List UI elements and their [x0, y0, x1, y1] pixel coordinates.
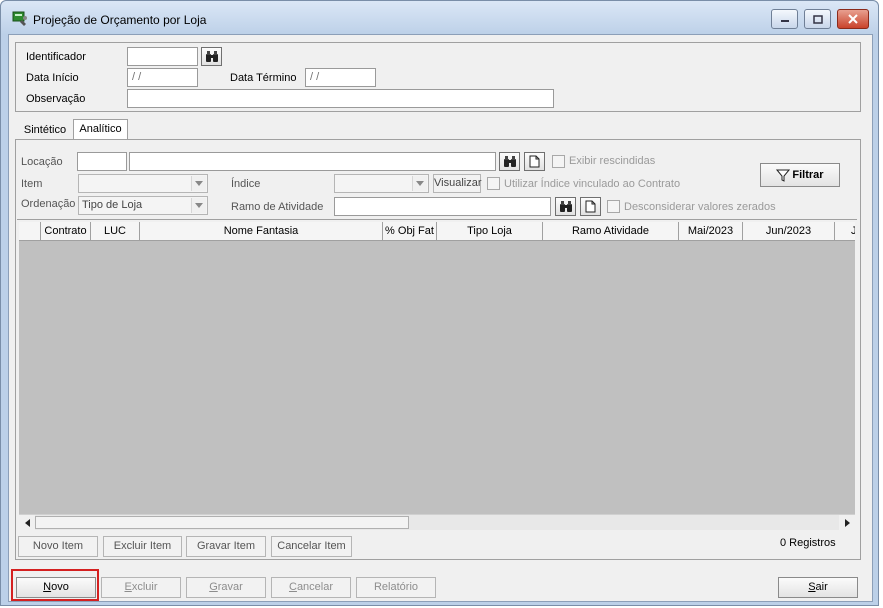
ramo-clear-button[interactable]	[580, 197, 601, 216]
gravar-item-button[interactable]: Gravar Item	[186, 536, 266, 557]
excluir-item-button[interactable]: Excluir Item	[103, 536, 182, 557]
filter-divider	[17, 219, 857, 220]
maximize-button[interactable]	[804, 9, 831, 29]
arrow-right-icon	[844, 518, 850, 527]
indice-label: Índice	[231, 178, 261, 190]
indice-select[interactable]	[334, 174, 429, 193]
chevron-down-icon	[191, 198, 206, 213]
cancelar-item-button[interactable]: Cancelar Item	[271, 536, 352, 557]
sair-button[interactable]: Sair	[778, 577, 858, 598]
document-icon	[585, 200, 596, 213]
locacao-code-field[interactable]	[77, 152, 127, 171]
chevron-down-icon	[412, 176, 427, 191]
identificador-label: Identificador	[26, 51, 86, 63]
close-icon	[848, 14, 858, 24]
document-icon	[529, 155, 540, 168]
ordenacao-value: Tipo de Loja	[82, 199, 143, 211]
desconsiderar-label: Desconsiderar valores zerados	[624, 201, 776, 213]
locacao-search-button[interactable]	[499, 152, 520, 171]
grid-indicator-header	[19, 222, 41, 240]
exibir-rescindidas-checkbox[interactable]	[552, 155, 565, 168]
item-select[interactable]	[78, 174, 208, 193]
title-bar: Projeção de Orçamento por Loja	[1, 1, 878, 35]
visualizar-button[interactable]: Visualizar	[433, 174, 482, 193]
scroll-left-button[interactable]	[19, 515, 35, 530]
excluir-button[interactable]: Excluir	[101, 577, 181, 598]
arrow-left-icon	[24, 518, 30, 527]
locacao-clear-button[interactable]	[524, 152, 545, 171]
desconsiderar-checkbox[interactable]	[607, 200, 620, 213]
filtrar-button[interactable]: Filtrar	[760, 163, 840, 187]
column-header-obj-fat[interactable]: % Obj Fat	[383, 222, 437, 240]
sair-mnemonic: S	[808, 581, 816, 593]
window-title: Projeção de Orçamento por Loja	[33, 13, 207, 27]
grid-body[interactable]	[19, 241, 855, 514]
filter-icon	[776, 169, 791, 182]
excluir-label: xcluir	[131, 581, 158, 593]
data-inicio-field[interactable]: / /	[127, 68, 198, 87]
ramo-atividade-label: Ramo de Atividade	[231, 201, 324, 213]
column-header-contrato[interactable]: Contrato	[41, 222, 91, 240]
scroll-right-button[interactable]	[839, 515, 855, 530]
tab-analitico[interactable]: Analítico	[73, 119, 128, 141]
cancelar-button[interactable]: Cancelar	[271, 577, 351, 598]
grid-header: Contrato LUC Nome Fantasia % Obj Fat Tip…	[19, 222, 855, 241]
ramo-atividade-field[interactable]	[334, 197, 551, 216]
utilizar-indice-checkbox[interactable]	[487, 177, 500, 190]
ordenacao-label: Ordenação	[21, 198, 76, 210]
binoculars-icon	[205, 50, 218, 62]
novo-item-button[interactable]: Novo Item	[18, 536, 98, 557]
relatorio-button[interactable]: Relatório	[356, 577, 436, 598]
scroll-thumb[interactable]	[35, 516, 409, 529]
column-header-mai-2023[interactable]: Mai/2023	[679, 222, 743, 240]
minimize-button[interactable]	[771, 9, 798, 29]
sair-label: air	[815, 581, 828, 593]
ramo-search-button[interactable]	[555, 197, 576, 216]
locacao-name-field[interactable]	[129, 152, 496, 171]
identificador-field[interactable]	[127, 47, 198, 66]
column-header-nome-fantasia[interactable]: Nome Fantasia	[140, 222, 383, 240]
identificador-search-button[interactable]	[201, 47, 222, 66]
locacao-label: Locação	[21, 156, 63, 168]
utilizar-indice-label: Utilizar Índice vinculado ao Contrato	[504, 178, 681, 190]
column-header-ramo-atividade[interactable]: Ramo Atividade	[543, 222, 679, 240]
novo-button[interactable]: Novo	[16, 577, 96, 598]
minimize-icon	[780, 20, 789, 22]
column-header-next[interactable]: J	[835, 222, 855, 240]
novo-label: ovo	[51, 581, 69, 593]
gravar-mnemonic: G	[209, 581, 218, 593]
binoculars-icon	[503, 155, 516, 167]
item-label: Item	[21, 178, 43, 190]
chevron-down-icon	[191, 176, 206, 191]
column-header-jun-2023[interactable]: Jun/2023	[743, 222, 835, 240]
exibir-rescindidas-label: Exibir rescindidas	[569, 155, 656, 167]
column-header-tipo-loja[interactable]: Tipo Loja	[437, 222, 543, 240]
gravar-label: ravar	[217, 581, 243, 593]
data-termino-field[interactable]: / /	[305, 68, 376, 87]
close-button[interactable]	[837, 9, 869, 29]
novo-mnemonic: N	[43, 581, 52, 593]
tab-sintetico[interactable]: Sintético	[19, 121, 71, 141]
gravar-button[interactable]: Gravar	[186, 577, 266, 598]
registros-count: 0 Registros	[780, 537, 836, 549]
data-inicio-label: Data Início	[26, 72, 79, 84]
observacao-field[interactable]	[127, 89, 554, 108]
binoculars-icon	[559, 200, 572, 212]
data-termino-label: Data Término	[230, 72, 297, 84]
column-header-luc[interactable]: LUC	[91, 222, 140, 240]
app-icon	[12, 11, 27, 26]
ordenacao-select[interactable]: Tipo de Loja	[78, 196, 208, 215]
observacao-label: Observação	[26, 93, 86, 105]
cancelar-mnemonic: C	[288, 581, 297, 593]
maximize-icon	[812, 14, 823, 24]
main-window: Projeção de Orçamento por Loja Identific…	[0, 0, 879, 606]
client-area: Identificador Data Início / / Data Térmi…	[8, 34, 873, 602]
horizontal-scrollbar[interactable]	[19, 514, 855, 530]
excluir-mnemonic: E	[124, 581, 132, 593]
cancelar-label: ancelar	[296, 581, 334, 593]
filtrar-label: Filtrar	[792, 169, 824, 181]
